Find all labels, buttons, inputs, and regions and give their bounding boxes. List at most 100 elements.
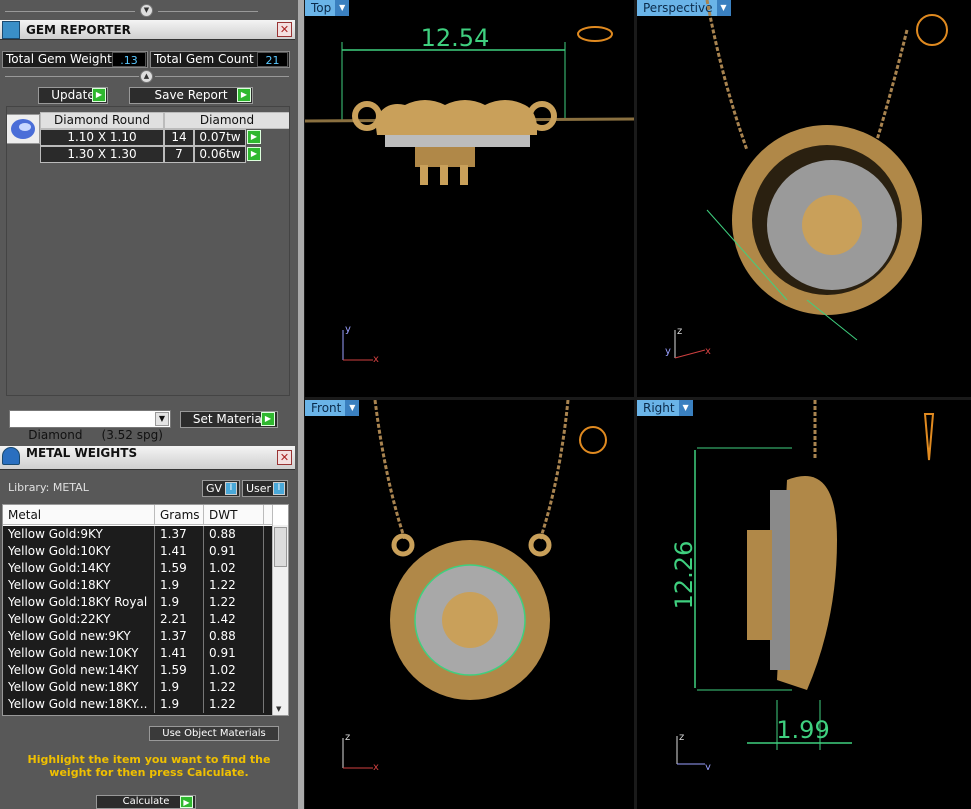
axis-x-label: x <box>705 346 711 357</box>
right-dimension-height: 12.26 <box>670 541 698 610</box>
material-select[interactable]: Diamond (3.52 spg) ▼ <box>9 410 171 442</box>
scroll-down-icon[interactable]: ▼ <box>276 705 281 713</box>
metal-weights-title: METAL WEIGHTS <box>26 446 138 460</box>
metal-dwt: 0.91 <box>204 543 264 560</box>
perspective-viewport[interactable]: Perspective ▼ z y x <box>637 0 971 397</box>
metal-name: Yellow Gold new:9KY <box>3 628 155 645</box>
axis-x-label: x <box>373 762 379 770</box>
column-header-spacer <box>264 505 273 525</box>
calculate-arrow-icon[interactable]: ▶ <box>180 796 193 808</box>
metal-weights-icon <box>2 447 20 465</box>
close-icon[interactable]: ✕ <box>277 450 292 465</box>
gem-shape-header: Diamond Round <box>40 112 164 129</box>
table-row[interactable]: Yellow Gold new:14KY 1.59 1.02 <box>3 662 273 679</box>
dwt-column-header[interactable]: DWT <box>204 505 264 525</box>
scrollbar[interactable]: ▼ <box>272 525 288 715</box>
panel-splitter[interactable] <box>298 0 304 809</box>
metal-name: Yellow Gold:18KY Royal <box>3 594 155 611</box>
metal-name: Yellow Gold new:18KY <box>3 679 155 696</box>
metal-dwt: 0.91 <box>204 645 264 662</box>
user-label: User <box>246 482 272 495</box>
front-viewport[interactable]: Front ▼ z x <box>305 400 634 809</box>
top-dimension: 12.54 <box>421 24 490 52</box>
table-row[interactable]: Yellow Gold new:10KY 1.41 0.91 <box>3 645 273 662</box>
set-material-arrow-icon[interactable]: ▶ <box>261 412 275 426</box>
collapse-handle[interactable]: ▲ <box>140 70 153 83</box>
chevron-down-icon[interactable]: ▼ <box>155 412 169 426</box>
metal-table: Metal Grams DWT Yellow Gold:9KY 1.37 0.88 Y… <box>2 504 289 716</box>
metal-dwt: 1.22 <box>204 679 264 696</box>
table-row[interactable]: Yellow Gold:18KY 1.9 1.22 <box>3 577 273 594</box>
metal-dwt: 1.42 <box>204 611 264 628</box>
scrollbar-thumb[interactable] <box>274 527 287 567</box>
metal-name: Yellow Gold:18KY <box>3 577 155 594</box>
axis-y-label: y <box>665 346 671 357</box>
calculate-label: Calculate <box>122 796 170 807</box>
metal-grams: 1.41 <box>155 645 204 662</box>
gem-weight: 0.07tw <box>194 129 246 146</box>
metal-grams: 1.37 <box>155 628 204 645</box>
metal-dwt: 1.02 <box>204 560 264 577</box>
total-gem-count-value: 21 <box>257 52 288 67</box>
metal-dwt: 0.88 <box>204 628 264 645</box>
metal-name: Yellow Gold new:10KY <box>3 645 155 662</box>
table-row[interactable]: Yellow Gold new:18KY... 1.9 1.22 <box>3 696 273 713</box>
table-row[interactable]: Yellow Gold new:9KY 1.37 0.88 <box>3 628 273 645</box>
metal-name: Yellow Gold:14KY <box>3 560 155 577</box>
save-report-arrow-icon[interactable]: ▶ <box>237 88 251 102</box>
metal-grams: 1.9 <box>155 679 204 696</box>
axis-x-label: x <box>373 354 379 362</box>
update-arrow-icon[interactable]: ▶ <box>92 88 106 102</box>
calculate-hint: Highlight the item you want to find the … <box>27 753 271 779</box>
axis-y-label: y <box>345 324 351 335</box>
metal-dwt: 1.22 <box>204 594 264 611</box>
set-material-label: Set Material <box>192 412 266 426</box>
toggle-icon: I <box>273 482 285 495</box>
collapse-handle-top[interactable]: ▼ <box>140 4 153 17</box>
metal-rows: Yellow Gold:9KY 1.37 0.88 Yellow Gold:10KY 1… <box>3 526 273 715</box>
metal-grams: 1.59 <box>155 662 204 679</box>
table-row[interactable]: Yellow Gold:18KY Royal 1.9 1.22 <box>3 594 273 611</box>
axis-z-label: z <box>677 326 682 337</box>
grams-column-header[interactable]: Grams <box>155 505 204 525</box>
axis-z-label: z <box>679 732 684 743</box>
divider <box>5 11 135 12</box>
material-select-value: Diamond (3.52 spg) <box>28 428 163 442</box>
top-viewport[interactable]: Top ▼ 12.54 y x <box>305 0 634 397</box>
gem-reporter-title: GEM REPORTER <box>26 23 131 37</box>
table-row[interactable]: Yellow Gold:14KY 1.59 1.02 <box>3 560 273 577</box>
axis-z-label: z <box>345 732 350 743</box>
total-gem-weight-value: .13 <box>112 52 146 67</box>
right-viewport[interactable]: Right ▼ 12.26 1.99 z y <box>637 400 971 809</box>
metal-name: Yellow Gold new:18KY... <box>3 696 155 713</box>
axis-gizmo: z x <box>342 732 379 770</box>
axis-gizmo: y x <box>342 324 379 362</box>
metal-name: Yellow Gold:22KY <box>3 611 155 628</box>
save-report-button[interactable]: Save Report <box>129 87 253 104</box>
divider <box>5 76 139 77</box>
metal-column-header[interactable]: Metal <box>3 505 155 525</box>
gem-count: 14 <box>164 129 194 146</box>
metal-dwt: 0.88 <box>204 526 264 543</box>
diamond-round-icon <box>6 114 40 144</box>
divider <box>155 76 289 77</box>
close-icon[interactable]: ✕ <box>277 22 292 37</box>
table-row[interactable]: Yellow Gold:9KY 1.37 0.88 <box>3 526 273 543</box>
metal-grams: 2.21 <box>155 611 204 628</box>
axis-gizmo: z y <box>676 732 711 770</box>
gem-size: 1.30 X 1.30 <box>40 146 164 163</box>
gem-weight: 0.06tw <box>194 146 246 163</box>
gv-toggle[interactable]: GV I <box>202 480 240 497</box>
gv-label: GV <box>206 482 223 495</box>
gem-table-header: Diamond Round Diamond <box>40 112 290 129</box>
table-row[interactable]: Yellow Gold:22KY 2.21 1.42 <box>3 611 273 628</box>
use-object-materials-button[interactable]: Use Object Materials <box>149 726 279 741</box>
table-row[interactable]: Yellow Gold:10KY 1.41 0.91 <box>3 543 273 560</box>
select-row-arrow-icon[interactable]: ▶ <box>247 147 261 161</box>
select-row-arrow-icon[interactable]: ▶ <box>247 130 261 144</box>
metal-name: Yellow Gold:10KY <box>3 543 155 560</box>
metal-name: Yellow Gold new:14KY <box>3 662 155 679</box>
user-toggle[interactable]: User I <box>242 480 288 497</box>
table-row[interactable]: Yellow Gold new:18KY 1.9 1.22 <box>3 679 273 696</box>
library-label: Library: METAL <box>8 481 89 494</box>
